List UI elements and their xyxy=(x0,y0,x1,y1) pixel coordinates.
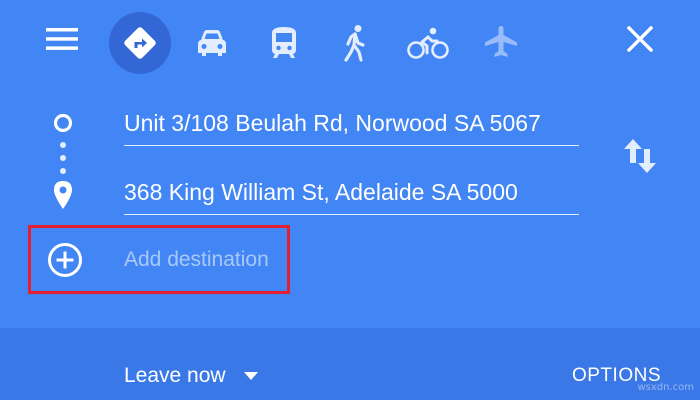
leave-now-dropdown[interactable]: Leave now xyxy=(124,358,258,394)
swap-button[interactable] xyxy=(616,132,664,180)
add-destination-label: Add destination xyxy=(124,248,269,271)
route-dots-icon xyxy=(60,142,66,174)
origin-input[interactable]: Unit 3/108 Beulah Rd, Norwood SA 5067 xyxy=(124,100,579,146)
dropdown-arrow-icon xyxy=(243,372,258,380)
destination-pin-icon xyxy=(54,181,72,209)
leave-now-label: Leave now xyxy=(124,364,226,387)
mode-transit-button[interactable] xyxy=(253,12,315,74)
menu-icon xyxy=(46,28,78,50)
destination-input[interactable]: 368 King William St, Adelaide SA 5000 xyxy=(124,169,579,215)
transit-icon xyxy=(272,27,296,58)
origin-marker-icon xyxy=(53,113,73,133)
car-icon xyxy=(198,30,226,56)
swap-icon xyxy=(624,139,656,173)
menu-button[interactable] xyxy=(38,18,86,60)
mode-walking-button[interactable] xyxy=(325,12,387,74)
watermark: wsxdn.com xyxy=(637,382,694,393)
selected-mode-indicator xyxy=(109,12,171,74)
mode-driving-button[interactable] xyxy=(109,12,171,74)
walking-icon xyxy=(344,25,365,62)
close-icon xyxy=(627,26,653,52)
driving-directions-icon xyxy=(124,27,156,59)
mode-cycling-button[interactable] xyxy=(397,12,459,74)
flight-icon xyxy=(485,26,517,57)
cycling-icon xyxy=(407,27,449,59)
add-circle-icon xyxy=(48,243,82,277)
mode-car-button[interactable] xyxy=(181,12,243,74)
mode-flight-button[interactable] xyxy=(470,12,532,74)
close-button[interactable] xyxy=(616,18,664,60)
add-destination-row[interactable]: Add destination xyxy=(28,225,290,294)
